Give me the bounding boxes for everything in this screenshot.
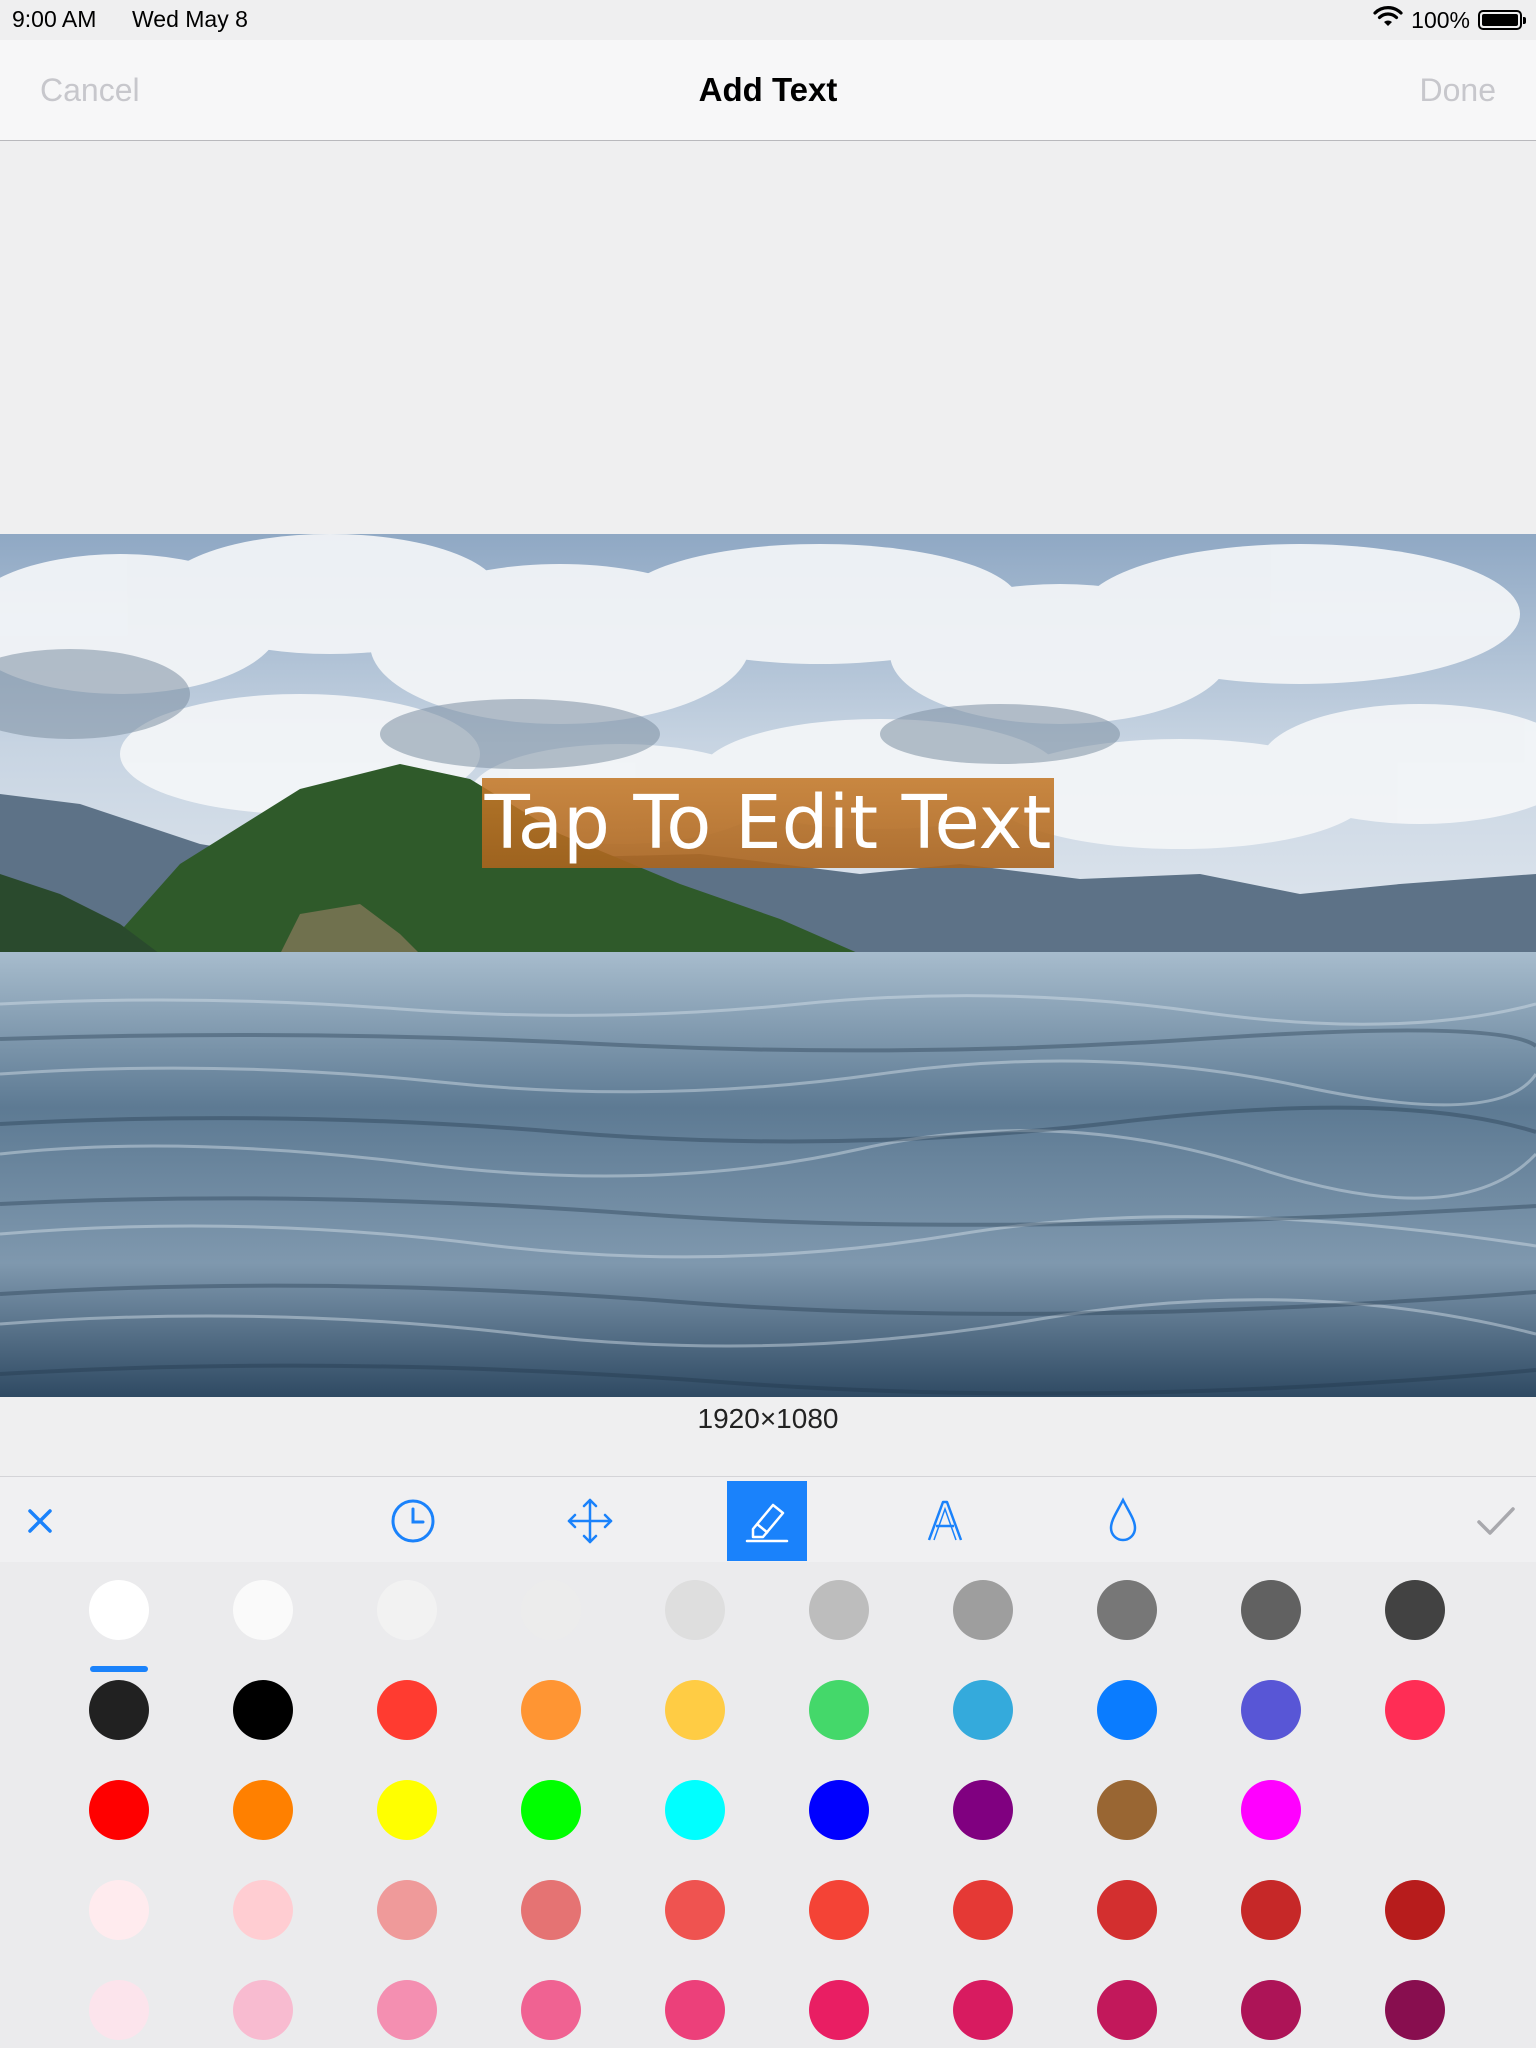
color-swatch[interactable]: [233, 1580, 293, 1640]
color-swatch[interactable]: [1241, 1580, 1301, 1640]
text-overlay[interactable]: Tap To Edit Text: [482, 778, 1054, 868]
status-date: Wed May 8: [132, 6, 248, 32]
canvas-area: Tap To Edit Text 1920×1080: [0, 141, 1536, 1476]
color-swatch[interactable]: [1385, 1680, 1445, 1740]
color-swatch[interactable]: [521, 1580, 581, 1640]
opacity-drop-icon: [1109, 1497, 1137, 1542]
color-swatch[interactable]: [665, 1980, 725, 2040]
color-swatch[interactable]: [521, 1780, 581, 1840]
color-swatch[interactable]: [953, 1580, 1013, 1640]
highlight-tool-button[interactable]: [727, 1481, 807, 1561]
color-swatch[interactable]: [233, 1980, 293, 2040]
color-swatch[interactable]: [1241, 1780, 1301, 1840]
color-swatch[interactable]: [665, 1580, 725, 1640]
wifi-icon: [1373, 6, 1403, 34]
opacity-tool-button[interactable]: [1083, 1481, 1163, 1561]
color-swatch[interactable]: [953, 1780, 1013, 1840]
color-swatch[interactable]: [665, 1780, 725, 1840]
confirm-tool-button[interactable]: [1456, 1481, 1536, 1561]
color-swatch[interactable]: [89, 1780, 149, 1840]
timing-tool-button[interactable]: [373, 1481, 453, 1561]
color-swatch[interactable]: [809, 1580, 869, 1640]
status-indicators: 100%: [1373, 6, 1526, 34]
color-swatch[interactable]: [1241, 1680, 1301, 1740]
color-swatch[interactable]: [89, 1580, 149, 1640]
color-swatch[interactable]: [89, 1680, 149, 1740]
color-swatch[interactable]: [1097, 1580, 1157, 1640]
close-tool-button[interactable]: [0, 1481, 80, 1561]
move-tool-button[interactable]: [550, 1481, 630, 1561]
color-swatch[interactable]: [809, 1680, 869, 1740]
color-swatch[interactable]: [521, 1680, 581, 1740]
color-swatch[interactable]: [665, 1680, 725, 1740]
color-swatch[interactable]: [1385, 1980, 1445, 2040]
color-swatch[interactable]: [953, 1680, 1013, 1740]
battery-percent: 100%: [1411, 6, 1470, 33]
color-swatch[interactable]: [809, 1980, 869, 2040]
status-time: 9:00 AM: [12, 6, 97, 32]
color-swatch[interactable]: [377, 1980, 437, 2040]
battery-icon: [1478, 10, 1526, 30]
font-tool-button[interactable]: [905, 1481, 985, 1561]
color-swatch[interactable]: [521, 1980, 581, 2040]
color-swatch[interactable]: [377, 1580, 437, 1640]
done-button[interactable]: Done: [1420, 72, 1497, 109]
color-swatch[interactable]: [1097, 1680, 1157, 1740]
color-swatch[interactable]: [89, 1880, 149, 1940]
checkmark-icon: [1477, 1507, 1515, 1535]
color-swatch[interactable]: [809, 1780, 869, 1840]
color-swatch[interactable]: [665, 1880, 725, 1940]
clock-icon: [391, 1499, 435, 1543]
color-swatch[interactable]: [809, 1880, 869, 1940]
color-swatch[interactable]: [233, 1880, 293, 1940]
color-swatch[interactable]: [377, 1880, 437, 1940]
color-swatch[interactable]: [233, 1780, 293, 1840]
selected-color-indicator: [90, 1666, 148, 1672]
color-swatch[interactable]: [233, 1680, 293, 1740]
highlighter-icon: [745, 1503, 789, 1543]
color-swatch[interactable]: [1097, 1780, 1157, 1840]
color-swatch[interactable]: [1097, 1980, 1157, 2040]
font-a-icon: [927, 1500, 963, 1541]
color-swatch[interactable]: [953, 1980, 1013, 2040]
close-icon: [28, 1509, 52, 1533]
color-swatch[interactable]: [1385, 1880, 1445, 1940]
color-swatch[interactable]: [377, 1780, 437, 1840]
color-swatch[interactable]: [1097, 1880, 1157, 1940]
edit-toolbar: [0, 1476, 1536, 1563]
color-swatch[interactable]: [377, 1680, 437, 1740]
move-arrows-icon: [567, 1498, 613, 1544]
photo-dimensions: 1920×1080: [697, 1403, 839, 1434]
color-swatch[interactable]: [521, 1880, 581, 1940]
color-swatch[interactable]: [89, 1980, 149, 2040]
color-swatch[interactable]: [1241, 1880, 1301, 1940]
color-palette: [0, 1562, 1536, 2048]
photo-preview[interactable]: [0, 534, 1536, 1397]
color-swatch[interactable]: [1241, 1980, 1301, 2040]
color-swatch[interactable]: [953, 1880, 1013, 1940]
page-title: Add Text: [698, 71, 838, 108]
status-bar: 9:00 AM Wed May 8 100%: [0, 0, 1536, 40]
color-swatch[interactable]: [1385, 1580, 1445, 1640]
navigation-bar: Cancel Add Text Done: [0, 40, 1536, 141]
